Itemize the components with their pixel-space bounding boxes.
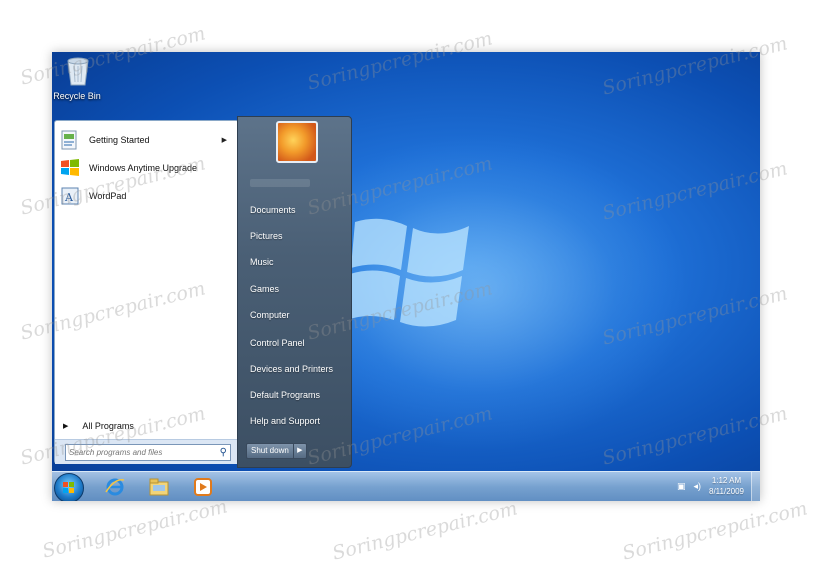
clock-date: 8/11/2009 xyxy=(709,487,744,496)
menu-item-default-programs[interactable]: Default Programs xyxy=(250,390,320,400)
program-label: WordPad xyxy=(89,191,127,201)
submenu-arrow-icon: ▶ xyxy=(221,137,227,144)
windows-logo xyxy=(347,218,469,327)
menu-item-games[interactable]: Games xyxy=(250,284,279,294)
program-wordpad[interactable]: A WordPad xyxy=(59,183,231,209)
all-programs-button[interactable]: ▶ All Programs xyxy=(63,421,134,431)
windows-flag-icon xyxy=(59,157,81,179)
search-area: ⚲ xyxy=(55,439,238,464)
getting-started-icon xyxy=(59,129,81,151)
system-tray: ▣ ◂) 1:12 AM 8/11/2009 xyxy=(677,475,744,497)
watermark: Soringpcrepair.com xyxy=(330,497,520,565)
desktop: Recycle Bin Getting Started ▶ Windows An… xyxy=(52,52,760,501)
menu-item-devices-and-printers[interactable]: Devices and Printers xyxy=(250,364,333,374)
menu-item-computer[interactable]: Computer xyxy=(250,310,290,320)
windows-explorer-icon[interactable] xyxy=(146,474,172,500)
network-icon[interactable]: ▣ xyxy=(677,481,686,492)
program-getting-started[interactable]: Getting Started ▶ xyxy=(59,127,231,153)
menu-item-documents[interactable]: Documents xyxy=(250,205,296,215)
clock[interactable]: 1:12 AM 8/11/2009 xyxy=(709,475,744,497)
clock-time: 1:12 AM xyxy=(711,476,742,485)
menu-item-music[interactable]: Music xyxy=(250,257,274,267)
recycle-bin[interactable]: Recycle Bin xyxy=(53,56,102,101)
menu-item-control-panel[interactable]: Control Panel xyxy=(250,338,305,348)
shutdown-options-arrow-icon[interactable]: ▶ xyxy=(293,443,307,459)
wordpad-icon: A xyxy=(59,185,81,207)
search-box[interactable]: ⚲ xyxy=(65,444,231,461)
shutdown-control: Shut down ▶ xyxy=(246,443,307,459)
volume-icon[interactable]: ◂) xyxy=(693,481,701,492)
program-windows-anytime-upgrade[interactable]: Windows Anytime Upgrade xyxy=(59,155,231,181)
watermark: Soringpcrepair.com xyxy=(620,497,810,565)
user-avatar[interactable] xyxy=(276,121,318,163)
internet-explorer-icon[interactable] xyxy=(102,474,128,500)
shutdown-button[interactable]: Shut down xyxy=(246,443,294,459)
start-menu: Getting Started ▶ Windows Anytime Upgrad… xyxy=(52,116,352,468)
search-input[interactable] xyxy=(66,448,212,457)
program-label: Windows Anytime Upgrade xyxy=(89,163,198,173)
media-player-icon[interactable] xyxy=(190,474,216,500)
recycle-bin-label: Recycle Bin xyxy=(53,91,101,101)
start-menu-left-pane: Getting Started ▶ Windows Anytime Upgrad… xyxy=(54,120,239,464)
show-desktop-button[interactable] xyxy=(751,472,760,501)
svg-text:A: A xyxy=(64,191,74,204)
start-menu-right-pane: Documents Pictures Music Games Computer … xyxy=(237,116,352,468)
expand-arrow-icon: ▶ xyxy=(63,423,69,430)
menu-item-pictures[interactable]: Pictures xyxy=(250,231,283,241)
menu-item-help-and-support[interactable]: Help and Support xyxy=(250,416,320,426)
windows-flag-icon xyxy=(63,482,75,494)
user-name[interactable] xyxy=(250,179,310,187)
all-programs-label: All Programs xyxy=(82,421,134,431)
start-button[interactable] xyxy=(54,473,84,501)
search-icon[interactable]: ⚲ xyxy=(220,447,227,458)
taskbar: ▣ ◂) 1:12 AM 8/11/2009 xyxy=(52,471,760,501)
program-label: Getting Started xyxy=(89,135,150,145)
recycle-bin-icon xyxy=(67,57,89,86)
